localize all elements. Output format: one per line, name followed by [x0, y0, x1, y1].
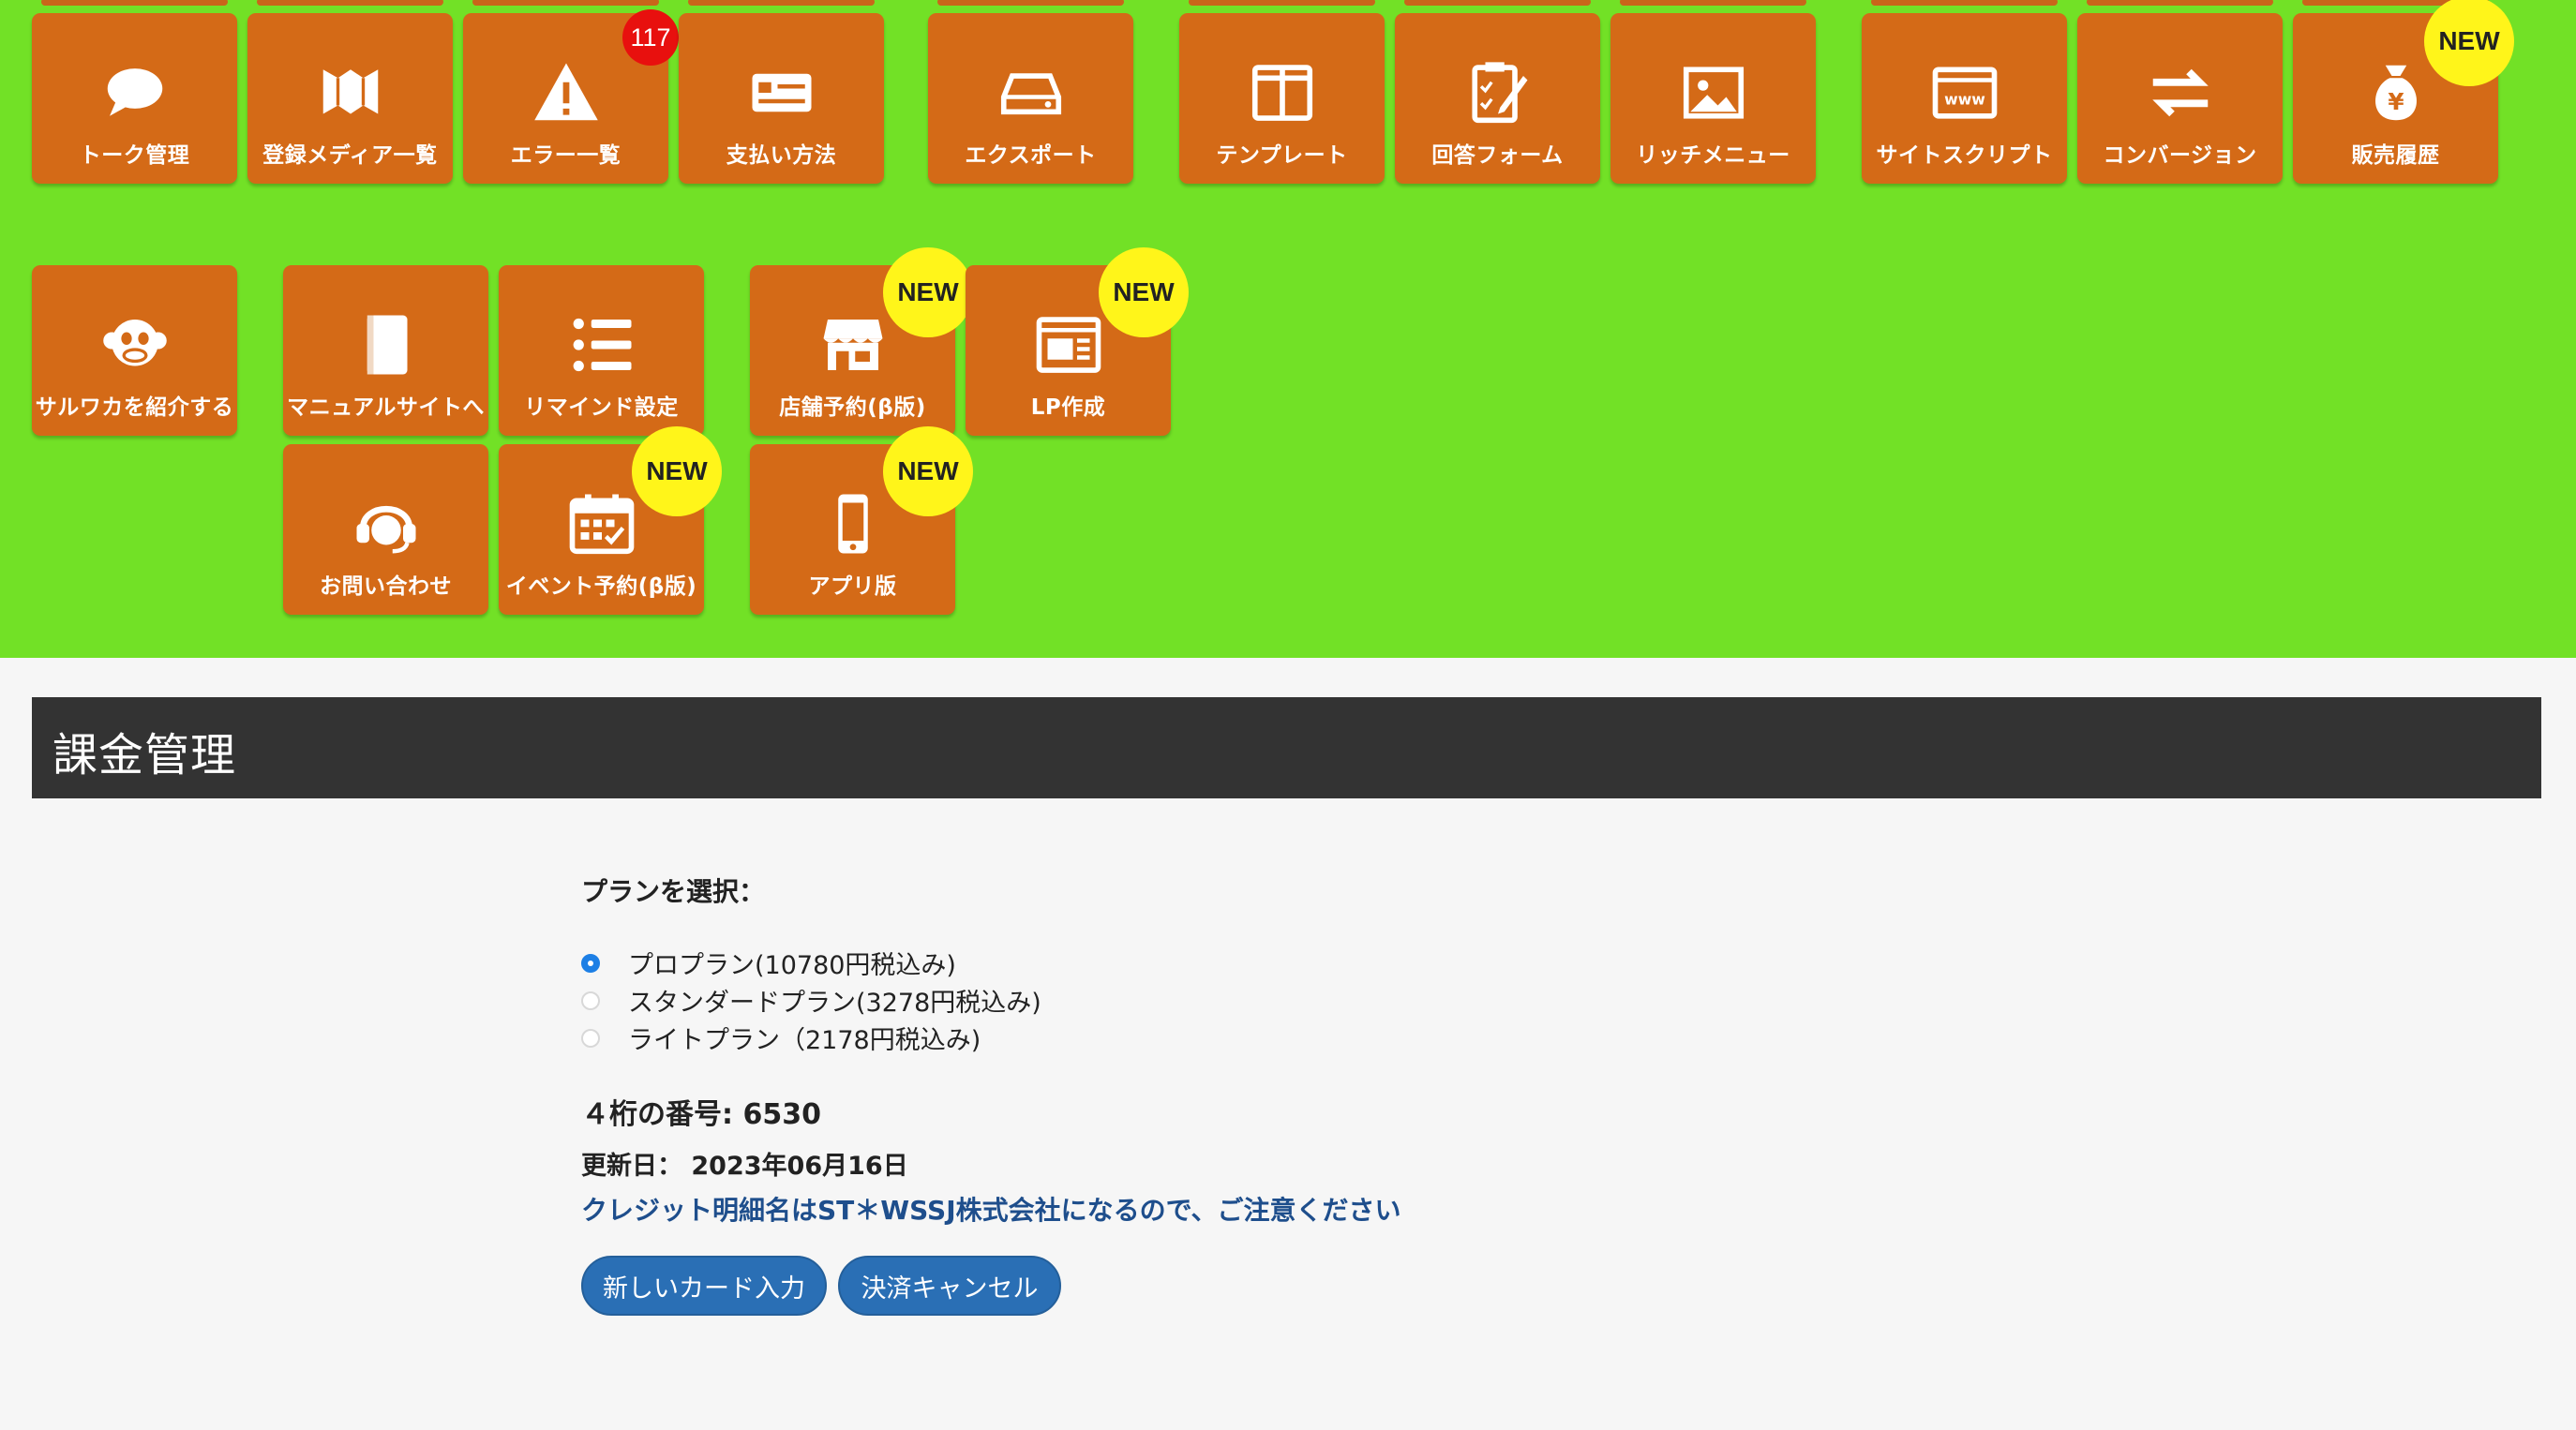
menu-tile-rich-menu[interactable]: リッチメニュー — [1610, 0, 1816, 184]
menu-tile-label: 支払い方法 — [726, 143, 837, 168]
new-badge: NEW — [883, 247, 973, 337]
menu-tile-site-script[interactable]: www サイトスクリプト — [1862, 0, 2067, 184]
template-icon — [1179, 51, 1385, 135]
media-icon — [247, 51, 453, 135]
menu-tile-template[interactable]: テンプレート — [1179, 0, 1385, 184]
plan-option-standard[interactable]: スタンダードプラン(3278円税込み) — [581, 982, 1041, 1019]
menu-tile-label: トーク管理 — [79, 143, 190, 168]
menu-tile-label: お問い合わせ — [320, 574, 452, 599]
menu-tile-label: 店舗予約(β版) — [779, 395, 926, 420]
plan-radio-standard[interactable] — [581, 991, 600, 1010]
plan-radio-lite[interactable] — [581, 1028, 600, 1048]
headset-icon — [283, 482, 488, 566]
book-icon — [283, 303, 488, 387]
plan-radio-pro[interactable] — [581, 953, 600, 973]
menu-tile-label: サイトスクリプト — [1876, 143, 2053, 168]
menu-tile-talk[interactable]: トーク管理 — [32, 0, 237, 184]
plan-option-label: スタンダードプラン(3278円税込み) — [628, 989, 1041, 1018]
exchange-icon — [2077, 51, 2283, 135]
menu-tile-label: エクスポート — [965, 143, 1097, 168]
section-header: 課金管理 — [32, 697, 2541, 798]
menu-tile-label: 販売履歴 — [2351, 143, 2440, 168]
menu-tile-media[interactable]: 登録メディア一覧 — [247, 0, 453, 184]
menu-tile-label: 登録メディア一覧 — [262, 143, 438, 168]
menu-tile-contact[interactable]: お問い合わせ — [283, 444, 488, 615]
menu-tile-label: LP作成 — [1030, 395, 1106, 420]
plan-option-label: ライトプラン（2178円税込み) — [628, 1026, 981, 1055]
menu-tile-conversion[interactable]: コンバージョン — [2077, 0, 2283, 184]
new-badge: NEW — [1099, 247, 1189, 337]
list-icon — [499, 303, 704, 387]
menu-tile-label: イベント予約(β版) — [505, 574, 697, 599]
menu-tile-label: サルワカを紹介する — [35, 395, 234, 420]
svg-text:¥: ¥ — [2388, 88, 2404, 115]
new-badge: NEW — [2424, 0, 2514, 86]
speech-bubble-icon — [32, 51, 237, 135]
renewal-date: 更新日： 2023年06月16日 — [581, 1152, 908, 1181]
new-badge: NEW — [632, 426, 722, 516]
menu-tile-label: テンプレート — [1216, 143, 1348, 168]
menu-tile-payment[interactable]: 支払い方法 — [679, 0, 884, 184]
plan-option-lite[interactable]: ライトプラン（2178円税込み) — [581, 1020, 981, 1056]
menu-tile-export[interactable]: エクスポート — [928, 0, 1133, 184]
warning-icon — [463, 51, 668, 135]
menu-tile-form[interactable]: 回答フォーム — [1395, 0, 1600, 184]
error-count-badge: 117 — [622, 9, 679, 66]
monkey-icon — [32, 303, 237, 387]
new-badge: NEW — [883, 426, 973, 516]
page-title: 課金管理 — [52, 729, 237, 782]
statement-notice: クレジット明細名はST＊WSSJ株式会社になるので、ご注意ください — [581, 1195, 1401, 1226]
menu-tile-label: マニュアルサイトへ — [287, 395, 485, 420]
menu-panel: トーク管理 登録メディア一覧 エラー一覧 117 支払い方法 エクスポート テン… — [0, 0, 2576, 658]
menu-tile-remind[interactable]: リマインド設定 — [499, 265, 704, 436]
menu-tile-label: コンバージョン — [2103, 143, 2257, 168]
menu-tile-label: 回答フォーム — [1431, 143, 1564, 168]
menu-tile-label: エラー一覧 — [510, 143, 622, 168]
drive-icon — [928, 51, 1133, 135]
plan-option-pro[interactable]: プロプラン(10780円税込み) — [581, 945, 956, 981]
credit-card-icon — [679, 51, 884, 135]
menu-tile-label: リッチメニュー — [1636, 143, 1790, 168]
menu-tile-label: アプリ版 — [808, 574, 897, 599]
menu-tile-label: リマインド設定 — [524, 395, 679, 420]
new-card-button[interactable]: 新しいカード入力 — [581, 1256, 827, 1316]
form-icon — [1395, 51, 1600, 135]
plan-select-label: プランを選択： — [581, 876, 766, 907]
menu-tile-manual[interactable]: マニュアルサイトへ — [283, 265, 488, 436]
menu-tile-refer[interactable]: サルワカを紹介する — [32, 265, 237, 436]
card-last-digits: ４桁の番号: 6530 — [581, 1098, 821, 1131]
image-icon — [1610, 51, 1816, 135]
svg-text:www: www — [1944, 90, 1985, 108]
www-icon: www — [1862, 51, 2067, 135]
cancel-payment-button[interactable]: 決済キャンセル — [838, 1256, 1061, 1316]
plan-option-label: プロプラン(10780円税込み) — [628, 951, 956, 980]
